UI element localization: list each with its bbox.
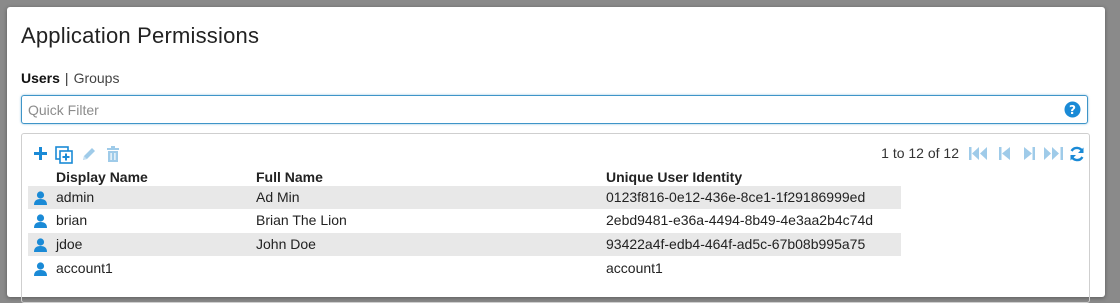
previous-page-icon[interactable] bbox=[999, 146, 1011, 166]
refresh-icon[interactable] bbox=[1069, 146, 1085, 167]
user-icon bbox=[34, 191, 47, 210]
cell-identity: 0123f816-0e12-436e-8ce1-1f29186999ed bbox=[606, 189, 866, 205]
tab-separator: | bbox=[64, 70, 69, 86]
svg-text:?: ? bbox=[1069, 103, 1076, 117]
tab-bar: Users | Groups bbox=[21, 70, 119, 86]
user-icon bbox=[34, 262, 47, 281]
quick-filter-input[interactable] bbox=[28, 99, 1058, 120]
column-header-display-name[interactable]: Display Name bbox=[56, 169, 148, 185]
column-header-identity[interactable]: Unique User Identity bbox=[606, 169, 742, 185]
pager-status: 1 to 12 of 12 bbox=[881, 145, 959, 161]
permissions-panel: Application Permissions Users| Groups ? 1… bbox=[7, 7, 1105, 303]
tab-groups[interactable]: Groups bbox=[74, 70, 120, 86]
user-icon bbox=[34, 238, 47, 257]
table-row[interactable]: admin Ad Min 0123f816-0e12-436e-8ce1-1f2… bbox=[28, 186, 901, 209]
cell-identity: 93422a4f-edb4-464f-ad5c-67b08b995a75 bbox=[606, 236, 866, 252]
next-page-icon[interactable] bbox=[1023, 146, 1035, 166]
cell-display-name: admin bbox=[56, 189, 95, 205]
last-page-icon[interactable] bbox=[1043, 146, 1063, 166]
cell-full-name: Brian The Lion bbox=[256, 212, 347, 228]
cell-full-name: John Doe bbox=[256, 236, 316, 252]
table-row[interactable]: brian Brian The Lion 2ebd9481-e36a-4494-… bbox=[28, 209, 901, 232]
add-icon[interactable] bbox=[33, 146, 48, 166]
edit-icon[interactable] bbox=[81, 146, 97, 167]
cell-display-name: brian bbox=[56, 212, 88, 228]
cell-identity: 2ebd9481-e36a-4494-8b49-4e3aa2b4c74d bbox=[606, 212, 874, 228]
cell-identity: account1 bbox=[606, 260, 663, 276]
table-row[interactable]: jdoe John Doe 93422a4f-edb4-464f-ad5c-67… bbox=[28, 233, 901, 256]
table-row[interactable]: account1 account1 bbox=[28, 257, 901, 280]
delete-icon[interactable] bbox=[106, 146, 120, 167]
page-title: Application Permissions bbox=[21, 23, 260, 48]
first-page-icon[interactable] bbox=[969, 146, 989, 166]
cell-full-name: Ad Min bbox=[256, 189, 300, 205]
help-icon[interactable]: ? bbox=[1064, 101, 1081, 123]
add-copy-icon[interactable] bbox=[55, 146, 74, 169]
cell-display-name: jdoe bbox=[56, 236, 83, 252]
tab-users[interactable]: Users bbox=[21, 70, 60, 86]
cell-display-name: account1 bbox=[56, 260, 113, 276]
column-header-full-name[interactable]: Full Name bbox=[256, 169, 323, 185]
quick-filter-field: ? bbox=[21, 95, 1088, 124]
user-icon bbox=[34, 214, 47, 233]
